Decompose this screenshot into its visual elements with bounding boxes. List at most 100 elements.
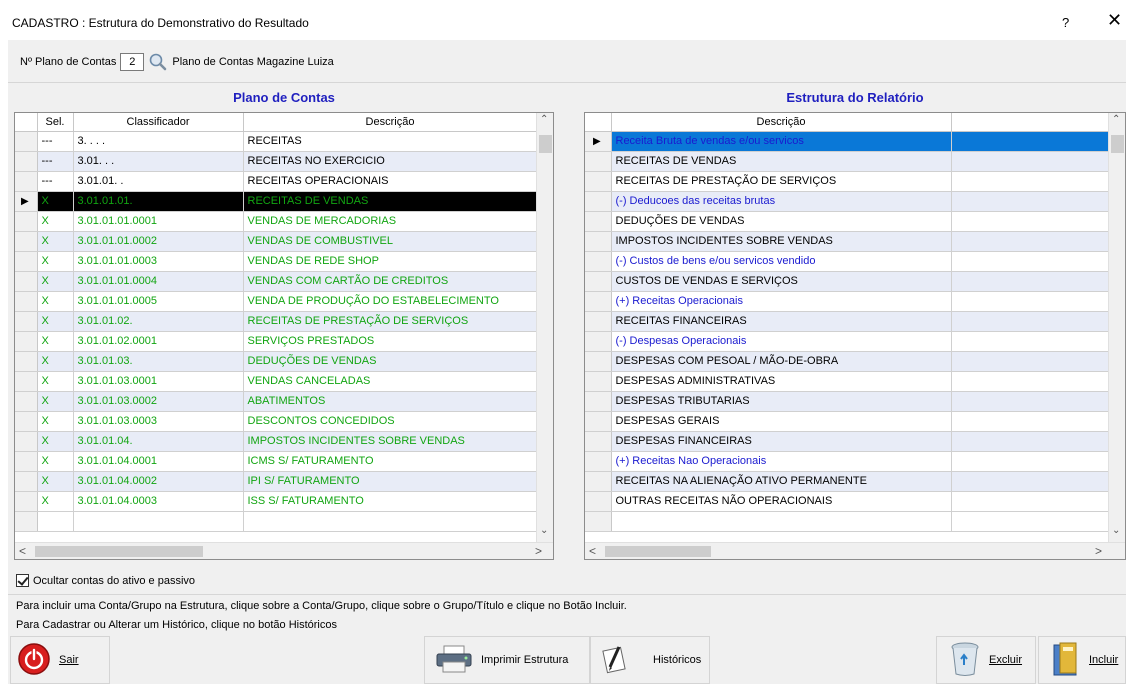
cell-classificador[interactable]: 3.01.01.02. xyxy=(73,311,244,332)
estrutura-table-row[interactable]: CUSTOS DE VENDAS E SERVIÇOS xyxy=(585,271,1110,292)
cell-sel[interactable]: X xyxy=(37,451,74,472)
cell-classificador[interactable]: 3.01. . . xyxy=(73,151,244,172)
row-indicator[interactable] xyxy=(15,391,38,412)
row-indicator[interactable] xyxy=(15,431,38,452)
scroll-thumb[interactable] xyxy=(605,546,711,557)
row-indicator[interactable] xyxy=(15,211,38,232)
plano-table-row[interactable]: X 3.01.01.01.0003 VENDAS DE REDE SHOP xyxy=(15,251,538,272)
row-indicator[interactable] xyxy=(585,451,612,472)
cell-classificador[interactable]: 3. . . . xyxy=(73,131,244,152)
cell-sel[interactable]: X xyxy=(37,291,74,312)
cell-descricao[interactable]: (-) Deducoes das receitas brutas xyxy=(611,191,952,212)
estrutura-table-row[interactable]: OUTRAS RECEITAS NÃO OPERACIONAIS xyxy=(585,491,1110,512)
cell-descricao[interactable]: VENDA DE PRODUÇÃO DO ESTABELECIMENTO xyxy=(243,291,538,312)
sair-button[interactable]: Sair xyxy=(10,636,110,684)
plano-number-field[interactable]: 2 xyxy=(120,53,145,71)
cell-descricao[interactable]: OUTRAS RECEITAS NÃO OPERACIONAIS xyxy=(611,491,952,512)
cell-descricao[interactable]: DESPESAS COM PESOAL / MÃO-DE-OBRA xyxy=(611,351,952,372)
scroll-left-arrow-icon[interactable]: < xyxy=(589,544,596,558)
cell-descricao[interactable]: SERVIÇOS PRESTADOS xyxy=(243,331,538,352)
estrutura-table-row[interactable]: (-) Deducoes das receitas brutas xyxy=(585,191,1110,212)
estrutura-table-row[interactable]: ▶ Receita Bruta de vendas e/ou servicos xyxy=(585,131,1110,152)
cell-sel[interactable]: X xyxy=(37,231,74,252)
plano-table-row[interactable]: X 3.01.01.03.0002 ABATIMENTOS xyxy=(15,391,538,412)
row-indicator[interactable] xyxy=(15,351,38,372)
estrutura-vertical-scrollbar[interactable]: ⌃ ⌄ xyxy=(1108,113,1125,543)
estrutura-table-row[interactable]: IMPOSTOS INCIDENTES SOBRE VENDAS xyxy=(585,231,1110,252)
row-indicator[interactable] xyxy=(15,371,38,392)
cell-sel[interactable]: --- xyxy=(37,131,74,152)
row-indicator[interactable] xyxy=(585,291,612,312)
cell-sel[interactable]: X xyxy=(37,391,74,412)
row-indicator[interactable] xyxy=(585,371,612,392)
estrutura-table-row[interactable]: (+) Receitas Nao Operacionais xyxy=(585,451,1110,472)
plano-table-row[interactable]: X 3.01.01.04.0003 ISS S/ FATURAMENTO xyxy=(15,491,538,512)
cell-sel[interactable]: X xyxy=(37,271,74,292)
cell-descricao[interactable]: (+) Receitas Nao Operacionais xyxy=(611,451,952,472)
cell-descricao[interactable]: RECEITAS DE PRESTAÇÃO DE SERVIÇOS xyxy=(611,171,952,192)
cell-classificador[interactable]: 3.01.01.04. xyxy=(73,431,244,452)
plano-table-row[interactable]: X 3.01.01.04.0001 ICMS S/ FATURAMENTO xyxy=(15,451,538,472)
cell-descricao[interactable]: RECEITAS xyxy=(243,131,538,152)
cell-classificador[interactable]: 3.01.01.01. xyxy=(73,191,244,212)
row-indicator[interactable] xyxy=(15,331,38,352)
estrutura-table-row[interactable]: (-) Custos de bens e/ou servicos vendido xyxy=(585,251,1110,272)
row-indicator[interactable] xyxy=(585,191,612,212)
cell-sel[interactable]: X xyxy=(37,331,74,352)
excluir-button[interactable]: Excluir xyxy=(936,636,1036,684)
column-header-descricao[interactable]: Descrição xyxy=(611,113,952,132)
historicos-button[interactable]: Históricos xyxy=(590,636,710,684)
cell-classificador[interactable]: 3.01.01.04.0003 xyxy=(73,491,244,512)
cell-classificador[interactable]: 3.01.01.04.0001 xyxy=(73,451,244,472)
estrutura-table-row[interactable]: DESPESAS TRIBUTARIAS xyxy=(585,391,1110,412)
cell-descricao[interactable]: ISS S/ FATURAMENTO xyxy=(243,491,538,512)
cell-descricao[interactable]: DEDUÇÕES DE VENDAS xyxy=(243,351,538,372)
cell-descricao[interactable]: DESCONTOS CONCEDIDOS xyxy=(243,411,538,432)
cell-classificador[interactable]: 3.01.01. . xyxy=(73,171,244,192)
cell-descricao[interactable]: VENDAS DE MERCADORIAS xyxy=(243,211,538,232)
estrutura-table-row[interactable]: RECEITAS DE VENDAS xyxy=(585,151,1110,172)
column-header-descricao[interactable]: Descrição xyxy=(243,113,538,132)
cell-descricao[interactable]: CUSTOS DE VENDAS E SERVIÇOS xyxy=(611,271,952,292)
row-indicator[interactable] xyxy=(585,331,612,352)
cell-sel[interactable]: X xyxy=(37,491,74,512)
estrutura-table-row[interactable]: RECEITAS NA ALIENAÇÃO ATIVO PERMANENTE xyxy=(585,471,1110,492)
plano-table-row[interactable]: X 3.01.01.04.0002 IPI S/ FATURAMENTO xyxy=(15,471,538,492)
row-indicator[interactable] xyxy=(15,411,38,432)
plano-table-row[interactable]: X 3.01.01.02. RECEITAS DE PRESTAÇÃO DE SER… xyxy=(15,311,538,332)
cell-classificador[interactable]: 3.01.01.01.0005 xyxy=(73,291,244,312)
row-indicator[interactable] xyxy=(15,131,38,152)
cell-classificador[interactable]: 3.01.01.04.0002 xyxy=(73,471,244,492)
plano-table-row[interactable]: X 3.01.01.04. IMPOSTOS INCIDENTES SOBRE VE… xyxy=(15,431,538,452)
cell-descricao[interactable]: DESPESAS GERAIS xyxy=(611,411,952,432)
cell-classificador[interactable]: 3.01.01.03.0003 xyxy=(73,411,244,432)
cell-sel[interactable]: X xyxy=(37,211,74,232)
scroll-left-arrow-icon[interactable]: < xyxy=(19,544,26,558)
search-icon[interactable] xyxy=(148,52,168,72)
row-indicator[interactable] xyxy=(585,211,612,232)
cell-descricao[interactable]: RECEITAS FINANCEIRAS xyxy=(611,311,952,332)
estrutura-table-row[interactable]: DESPESAS FINANCEIRAS xyxy=(585,431,1110,452)
plano-table-row[interactable]: X 3.01.01.01.0001 VENDAS DE MERCADORIAS xyxy=(15,211,538,232)
estrutura-table-row[interactable]: DESPESAS GERAIS xyxy=(585,411,1110,432)
row-indicator[interactable] xyxy=(585,391,612,412)
cell-classificador[interactable]: 3.01.01.01.0002 xyxy=(73,231,244,252)
cell-descricao[interactable]: DESPESAS ADMINISTRATIVAS xyxy=(611,371,952,392)
cell-classificador[interactable]: 3.01.01.01.0003 xyxy=(73,251,244,272)
cell-sel[interactable]: --- xyxy=(37,151,74,172)
scroll-thumb[interactable] xyxy=(539,135,552,153)
row-indicator[interactable] xyxy=(15,451,38,472)
cell-descricao[interactable]: (-) Custos de bens e/ou servicos vendido xyxy=(611,251,952,272)
estrutura-table-row[interactable]: (+) Receitas Operacionais xyxy=(585,291,1110,312)
cell-sel[interactable]: X xyxy=(37,311,74,332)
cell-descricao[interactable]: RECEITAS NO EXERCICIO xyxy=(243,151,538,172)
plano-table-row[interactable]: X 3.01.01.01.0002 VENDAS DE COMBUSTIVEL xyxy=(15,231,538,252)
hide-assets-checkbox[interactable] xyxy=(16,574,29,587)
estrutura-table-row[interactable]: RECEITAS FINANCEIRAS xyxy=(585,311,1110,332)
row-indicator[interactable] xyxy=(15,291,38,312)
help-button[interactable]: ? xyxy=(1062,15,1069,30)
scroll-right-arrow-icon[interactable]: > xyxy=(535,544,542,558)
cell-sel[interactable]: X xyxy=(37,191,74,212)
row-indicator[interactable] xyxy=(585,431,612,452)
cell-sel[interactable]: X xyxy=(37,351,74,372)
